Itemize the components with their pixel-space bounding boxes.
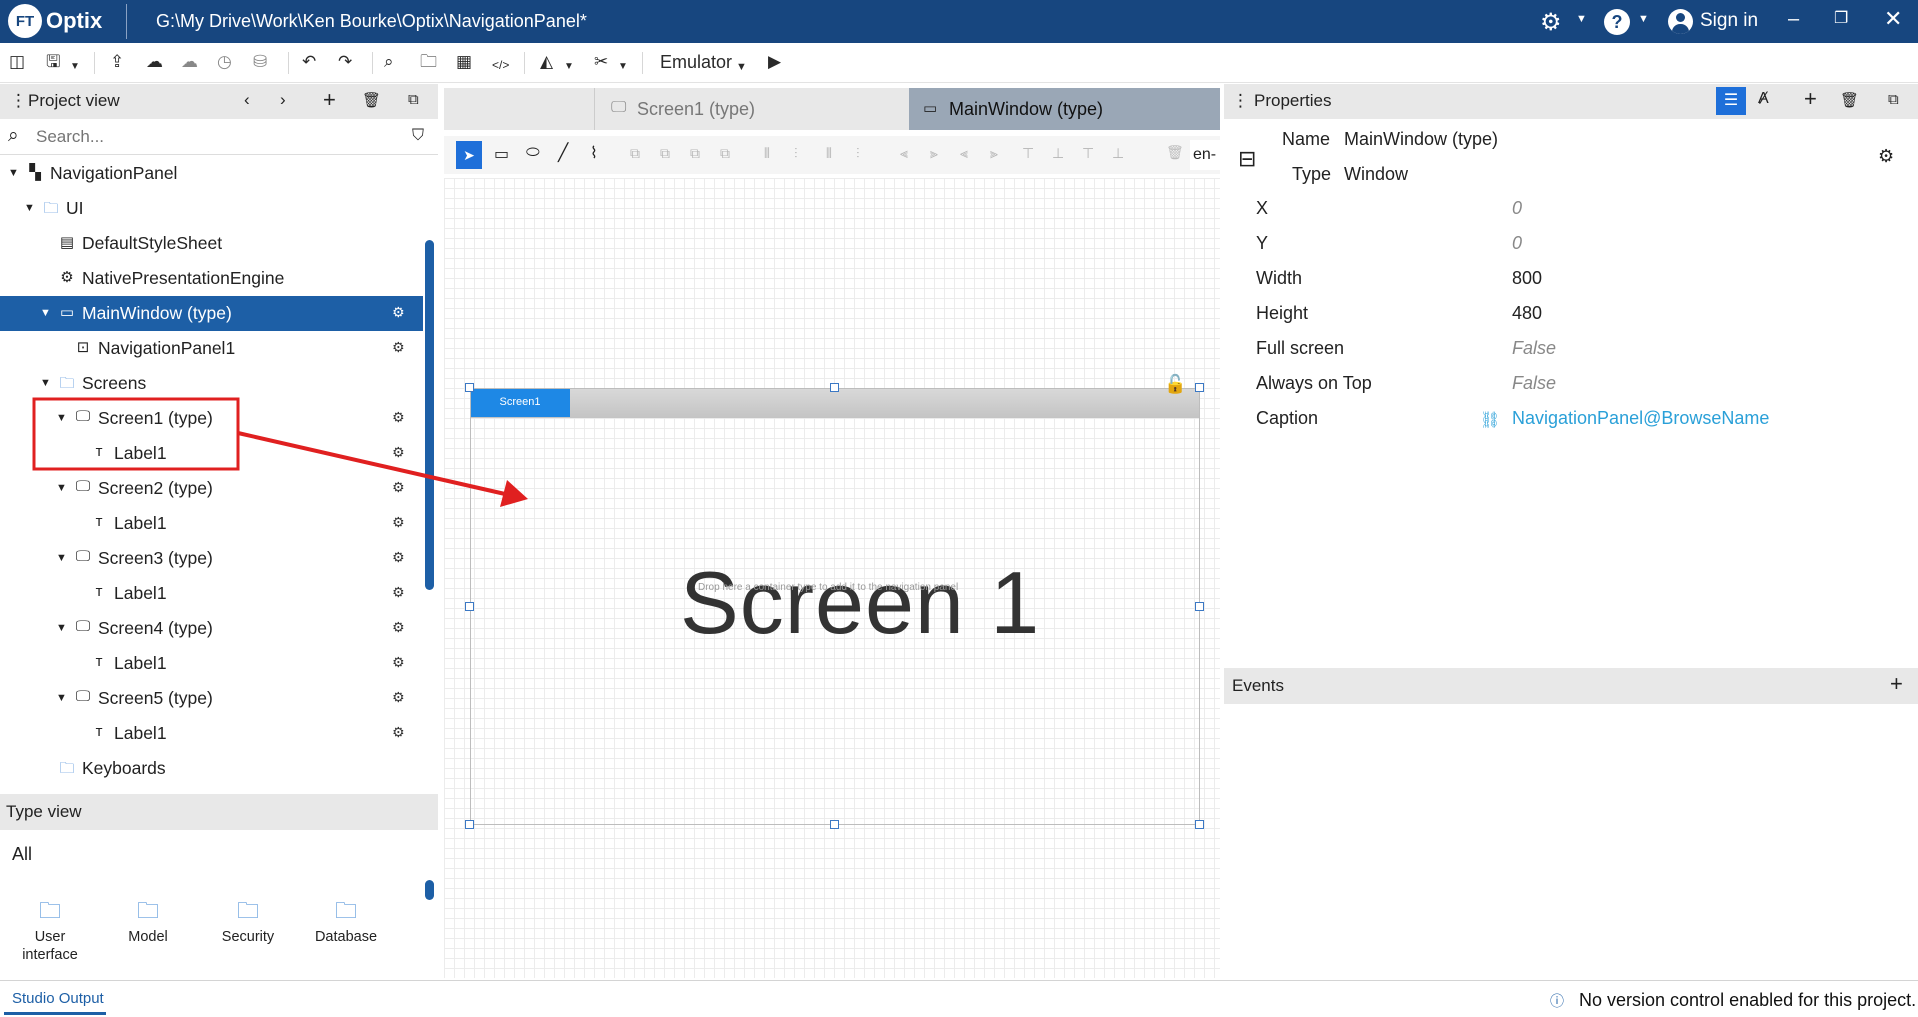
annotation-overlay bbox=[32, 397, 528, 507]
highlight-box bbox=[32, 397, 240, 471]
annotation-arrow-head bbox=[500, 480, 528, 507]
annotation-arrow-line bbox=[237, 431, 506, 496]
